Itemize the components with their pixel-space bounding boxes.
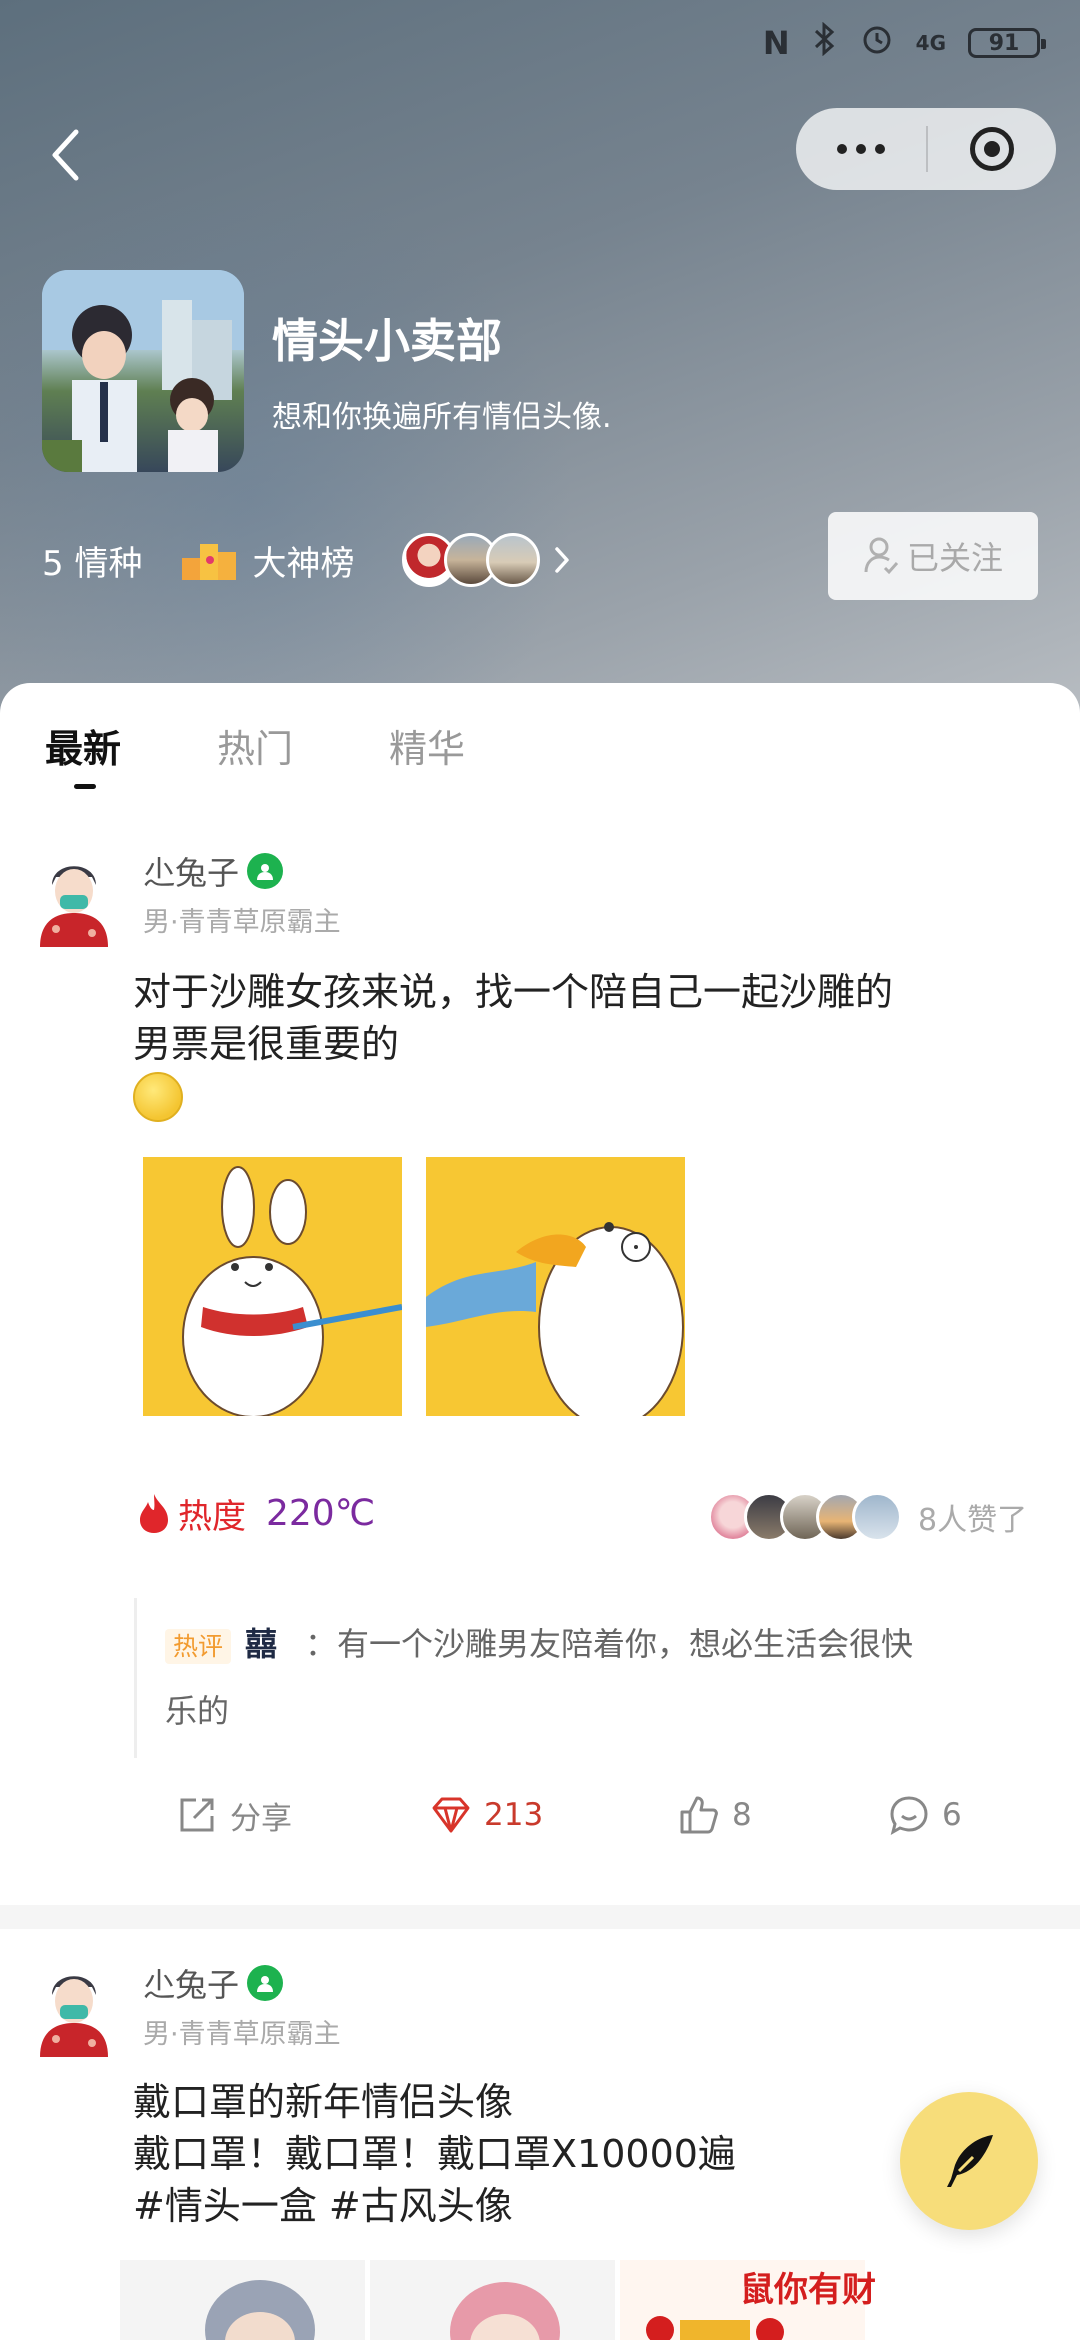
hot-comment-text: 乐的 (165, 1692, 230, 1730)
target-icon (970, 127, 1014, 171)
share-icon (180, 1798, 214, 1832)
battery-indicator: 91 (968, 28, 1046, 58)
tab-latest[interactable]: 最新 (45, 718, 217, 773)
group-stats-row: 5 情种 大神榜 (42, 530, 584, 590)
heat-indicator: 热度 220℃ (136, 1488, 375, 1538)
comment-icon (890, 1796, 928, 1836)
comment-button[interactable]: 6 (888, 1780, 962, 1850)
verified-badge-icon (247, 853, 284, 889)
heat-label: 热度 (178, 1496, 246, 1537)
post-image[interactable] (370, 2260, 615, 2340)
compose-post-button[interactable] (900, 2092, 1038, 2230)
status-bar: N 4G 91 (762, 18, 1046, 68)
post-text-line: 男票是很重要的 (133, 1022, 400, 1066)
group-title: 情头小卖部 (272, 314, 502, 368)
comment-count: 6 (942, 1797, 962, 1833)
post-image[interactable] (426, 1157, 685, 1416)
likes-count-text: 8人赞了 (918, 1503, 1028, 1538)
verified-badge-icon (247, 1965, 284, 2001)
more-dots-icon (837, 144, 847, 154)
group-cover-image (42, 270, 244, 472)
post-action-bar: 分享 213 8 6 (0, 1780, 1080, 1850)
tab-hot[interactable]: 热门 (217, 718, 389, 773)
group-description: 想和你换遍所有情侣头像. (272, 400, 612, 435)
more-menu-button[interactable] (796, 108, 926, 190)
like-button[interactable]: 8 (678, 1780, 752, 1850)
hot-comment-text: ：有一个沙雕男友陪着你，想必生活会很快 (305, 1625, 914, 1663)
ranking-label[interactable]: 大神榜 (252, 536, 354, 585)
active-tab-indicator (74, 784, 96, 789)
share-button[interactable]: 分享 (176, 1780, 292, 1850)
member-count[interactable]: 5 情种 (42, 536, 142, 585)
tab-featured[interactable]: 精华 (389, 718, 561, 773)
heat-value: 220℃ (266, 1492, 376, 1534)
post-text-line: 对于沙雕女孩来说，找一个陪自己一起沙雕的 (133, 970, 894, 1014)
network-indicator: 4G (915, 31, 946, 55)
nfc-icon: N (762, 24, 790, 62)
ranking-avatars[interactable] (402, 533, 541, 587)
hot-comment-tag: 热评 (165, 1629, 232, 1664)
likers-summary[interactable]: 8人赞了 (708, 1492, 1027, 1542)
gem-count: 213 (484, 1797, 544, 1833)
quill-pen-icon (947, 2135, 993, 2187)
avatar (486, 533, 541, 587)
chevron-right-icon[interactable] (554, 540, 584, 580)
post-divider (0, 1905, 1080, 1929)
hot-comment[interactable]: 热评囍 ：有一个沙雕男友陪着你，想必生活会很快 乐的 (134, 1598, 1040, 1758)
author-subtitle: 男·青青草原霸主 (143, 907, 341, 938)
member-count-number: 5 (42, 543, 64, 584)
author-name-text: 尐兔子 (143, 1966, 240, 2004)
post-image[interactable] (143, 1157, 402, 1416)
more-dot (875, 144, 885, 154)
author-name[interactable]: 尐兔子 (143, 848, 284, 894)
user-check-icon (864, 537, 899, 575)
more-dot (856, 144, 866, 154)
back-button[interactable] (40, 120, 90, 190)
post-text: 对于沙雕女孩来说，找一个陪自己一起沙雕的 男票是很重要的 (133, 966, 1053, 1070)
gem-reward-button[interactable]: 213 (430, 1780, 543, 1850)
follow-button-label: 已关注 (906, 539, 1003, 577)
alarm-icon (860, 22, 894, 64)
commenter-name[interactable]: 囍 (245, 1625, 277, 1663)
like-count: 8 (732, 1797, 752, 1833)
member-count-label: 情种 (74, 543, 143, 584)
author-name[interactable]: 尐兔子 (143, 1960, 284, 2006)
avatar (852, 1492, 902, 1542)
author-name-text: 尐兔子 (143, 854, 240, 892)
banner-text: 鼠你有财 (740, 2270, 876, 2310)
author-subtitle: 男·青青草原霸主 (143, 2019, 341, 2050)
post-image-row (120, 2260, 1080, 2340)
chevron-left-icon (52, 129, 79, 181)
follow-button[interactable]: 已关注 (828, 512, 1038, 600)
share-label: 分享 (230, 1800, 292, 1837)
diamond-icon (432, 1797, 470, 1833)
fire-icon (140, 1494, 168, 1533)
feed-tabs: 最新 热门 精华 (45, 718, 561, 773)
bluetooth-icon (812, 21, 838, 64)
group-header: N 4G 91 情头小卖部 想和你换遍所有情侣头像. 5 情种 大神榜 已关注 (0, 0, 1080, 720)
mini-program-capsule (796, 108, 1056, 190)
thumbs-up-icon (680, 1796, 718, 1834)
battery-level: 91 (988, 30, 1020, 56)
close-mini-program-button[interactable] (928, 108, 1056, 190)
author-avatar[interactable] (32, 855, 116, 947)
author-avatar[interactable] (32, 1965, 116, 2057)
post-image[interactable] (120, 2260, 365, 2340)
podium-icon (182, 540, 238, 580)
emoji-icon (133, 1072, 183, 1122)
